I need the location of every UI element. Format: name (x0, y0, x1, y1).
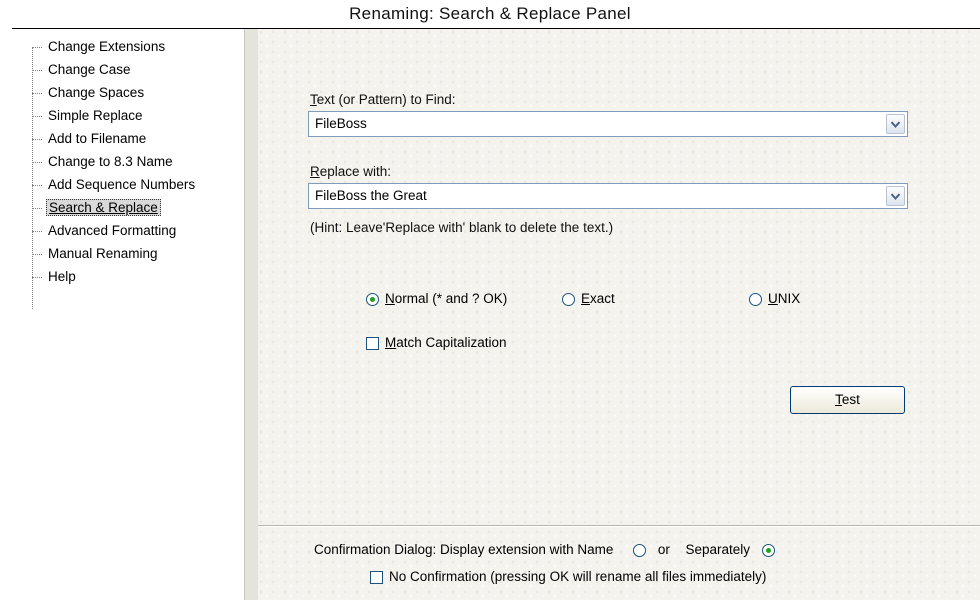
tree-item-label: Manual Renaming (48, 246, 158, 261)
tree-item-change-to-83-name[interactable]: Change to 8.3 Name (32, 151, 175, 173)
checkbox-box (370, 570, 383, 584)
find-input[interactable]: FileBoss (315, 112, 367, 136)
confirmation-separately-label: Separately (685, 542, 751, 557)
confirmation-row: Confirmation Dialog: Display extension w… (314, 541, 783, 559)
replace-input[interactable]: FileBoss the Great (315, 184, 427, 208)
replace-combo[interactable]: FileBoss the Great (308, 183, 908, 209)
no-confirmation-checkbox[interactable]: No Confirmation (pressing OK will rename… (370, 568, 766, 586)
mode-unix-radio[interactable]: UNIX (749, 290, 800, 308)
tree-item-help[interactable]: Help (32, 266, 78, 288)
tree-item-label: Change to 8.3 Name (48, 154, 173, 169)
tree-item-change-case[interactable]: Change Case (32, 59, 133, 81)
confirm-with-name-radio[interactable] (633, 543, 647, 557)
bottom-separator (258, 525, 980, 527)
tree-item-label: Change Extensions (48, 39, 166, 54)
hint-text: (Hint: Leave'Replace with' blank to dele… (310, 220, 614, 235)
match-capitalization-checkbox[interactable]: Match Capitalization (366, 334, 507, 352)
tree-item-simple-replace[interactable]: Simple Replace (32, 105, 145, 127)
find-dropdown-button[interactable] (886, 114, 905, 134)
chevron-down-icon (891, 193, 900, 200)
replace-dropdown-button[interactable] (886, 186, 905, 206)
chevron-down-icon (891, 121, 900, 128)
tree-item-label: Change Case (48, 62, 131, 77)
mode-exact-radio[interactable]: Exact (562, 290, 615, 308)
tree-item-label: Change Spaces (48, 85, 145, 100)
find-label: Text (or Pattern) to Find: (310, 92, 456, 107)
tree-item-add-sequence-numbers[interactable]: Add Sequence Numbers (32, 174, 197, 196)
tree-item-label: Simple Replace (48, 108, 143, 123)
tree-item-label: Help (48, 269, 76, 284)
tree-item-change-extensions[interactable]: Change Extensions (32, 36, 167, 58)
tree-item-manual-renaming[interactable]: Manual Renaming (32, 243, 160, 265)
checkbox-box (366, 336, 379, 350)
radio-selected-indicator (366, 292, 379, 306)
confirmation-or: or (657, 542, 670, 557)
tree-item-advanced-formatting[interactable]: Advanced Formatting (32, 220, 178, 242)
panel-tree: Change Extensions Change Case Change Spa… (12, 29, 244, 600)
replace-label: Replace with: (310, 164, 392, 179)
test-button[interactable]: Test (790, 386, 905, 414)
tree-item-add-to-filename[interactable]: Add to Filename (32, 128, 148, 150)
radio-indicator (562, 292, 575, 306)
tree-item-label: Advanced Formatting (48, 223, 177, 238)
tree-item-change-spaces[interactable]: Change Spaces (32, 82, 146, 104)
tree-item-search-replace[interactable]: Search & Replace (32, 197, 161, 219)
mode-normal-radio[interactable]: Normal (* and ? OK) (366, 290, 507, 308)
tree-item-label: Add Sequence Numbers (48, 177, 196, 192)
confirmation-prefix: Confirmation Dialog: Display extension w… (314, 542, 614, 557)
page-title: Renaming: Search & Replace Panel (349, 4, 631, 23)
tree-item-label: Search & Replace (46, 199, 161, 216)
find-combo[interactable]: FileBoss (308, 111, 908, 137)
radio-indicator (749, 292, 762, 306)
splitter[interactable] (244, 29, 258, 600)
confirm-separately-radio[interactable] (761, 543, 775, 557)
tree-item-label: Add to Filename (48, 131, 147, 146)
